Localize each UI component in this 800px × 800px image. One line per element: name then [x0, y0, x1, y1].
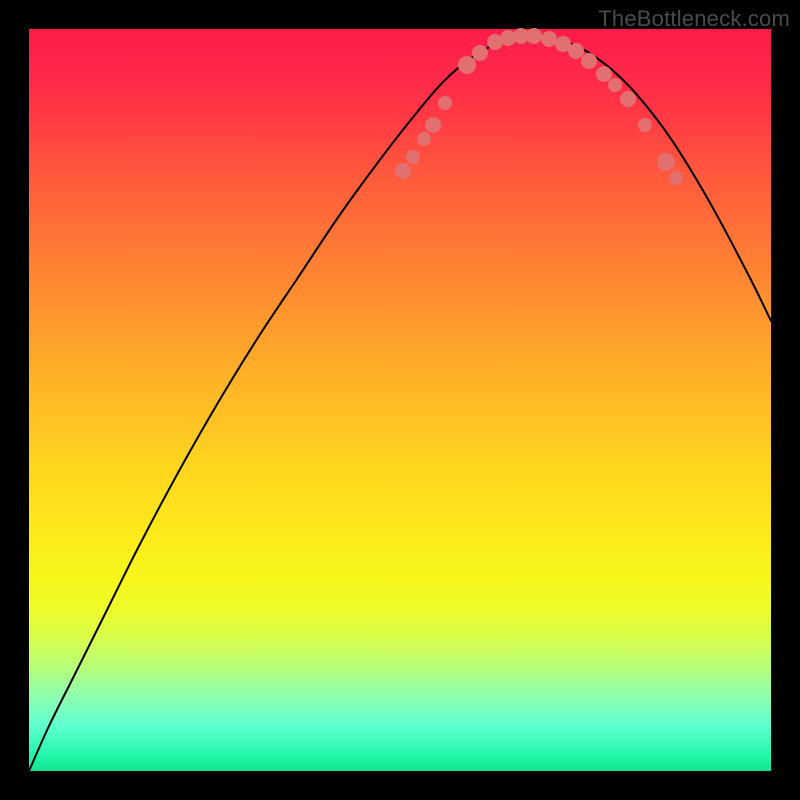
data-point [608, 78, 622, 92]
data-point [526, 28, 542, 44]
data-point [596, 66, 612, 82]
data-point [438, 96, 452, 110]
data-point [581, 53, 597, 69]
data-point [541, 31, 557, 47]
data-point [425, 117, 441, 133]
data-point [472, 45, 488, 61]
data-point [669, 171, 683, 185]
data-point [638, 118, 652, 132]
data-point [568, 43, 584, 59]
plot-svg [29, 29, 771, 771]
data-point [406, 150, 420, 164]
data-point [395, 163, 411, 179]
data-point [657, 153, 675, 171]
gradient-plot-area [29, 29, 771, 771]
bottleneck-curve [29, 36, 771, 771]
data-point [620, 91, 636, 107]
data-points [395, 28, 683, 185]
watermark-text: TheBottleneck.com [598, 6, 790, 32]
data-point [417, 132, 431, 146]
data-point [458, 56, 476, 74]
